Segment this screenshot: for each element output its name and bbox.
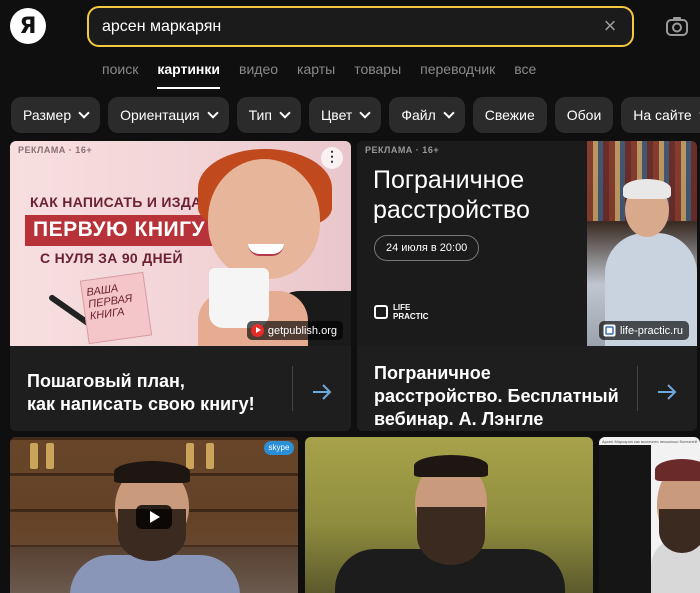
brand-line: LIFE (393, 303, 411, 312)
youtube-icon (250, 324, 264, 337)
filter-bar: Размер Ориентация Тип Цвет Файл Свежие О… (11, 97, 700, 133)
yandex-logo[interactable]: Я (10, 8, 46, 44)
dark-panel (599, 445, 651, 593)
brand-line: PRACTIC (393, 312, 429, 321)
trophy-illustration (30, 443, 38, 469)
chevron-down-icon (279, 107, 291, 119)
ad-title-line: вебинар. А. Лэнгле (374, 409, 544, 429)
arrow-right-icon[interactable] (310, 380, 334, 404)
ad-title-line: Пошаговый план, (27, 371, 185, 391)
ad-title: Пошаговый план, как написать свою книгу! (27, 370, 255, 416)
divider (637, 366, 638, 411)
person-hair (114, 461, 190, 483)
trophy-illustration (186, 443, 194, 469)
ad-source-badge[interactable]: life-practic.ru (599, 321, 689, 340)
ad-source-text: life-practic.ru (620, 324, 683, 337)
filter-wallpapers[interactable]: Обои (554, 97, 614, 133)
brand-icon (374, 305, 388, 319)
ad-headline-line: Пограничное (373, 166, 525, 194)
ad-label: РЕКЛАМА · 16+ (18, 145, 93, 155)
brand-text: LIFE PRACTIC (393, 303, 429, 321)
filter-file[interactable]: Файл (389, 97, 465, 133)
camera-search-icon[interactable] (664, 14, 690, 40)
person-hair (414, 455, 488, 477)
book-illustration: ВАША ПЕРВАЯ КНИГА (79, 271, 153, 345)
ad-card-life-practic[interactable]: РЕКЛАМА · 16+ Пограничное расстройство 2… (357, 141, 697, 431)
filter-label: Тип (248, 107, 272, 123)
speaker-hair (623, 179, 671, 199)
ad-date-pill: 24 июля в 20:00 (374, 235, 480, 261)
ad-title: Пограничное расстройство. Бесплатный веб… (374, 362, 619, 431)
search-box[interactable]: × (87, 6, 634, 47)
life-practic-icon (603, 324, 616, 337)
tab-translator[interactable]: переводчик (420, 61, 495, 89)
ad-title-line: расстройство. Бесплатный (374, 386, 619, 406)
arrow-right-icon[interactable] (655, 380, 679, 404)
ad-title-line: Пограничное (374, 363, 491, 383)
tab-products[interactable]: товары (354, 61, 401, 89)
ad-headline: Пограничное расстройство (373, 165, 530, 225)
logo-letter: Я (19, 13, 37, 39)
filter-label: Свежие (484, 107, 535, 123)
ad-source-text: getpublish.org (267, 324, 337, 337)
trophy-illustration (46, 443, 54, 469)
person-beard (659, 509, 700, 553)
clear-icon[interactable]: × (600, 15, 620, 37)
filter-label: Ориентация (120, 107, 200, 123)
tab-maps[interactable]: карты (297, 61, 335, 89)
filter-type[interactable]: Тип (236, 97, 301, 133)
ad-image: РЕКЛАМА · 16+ Пограничное расстройство 2… (357, 141, 697, 346)
life-practic-logo: LIFE PRACTIC (374, 303, 429, 321)
ad-text-line: КАК НАПИСАТЬ И ИЗДАТЬ (30, 194, 221, 210)
tab-all[interactable]: все (514, 61, 536, 89)
filter-label: Файл (401, 107, 436, 123)
more-options-icon[interactable]: ⋮ (321, 147, 343, 169)
tab-video[interactable]: видео (239, 61, 278, 89)
ad-title-line: как написать свою книгу! (27, 394, 255, 414)
filter-fresh[interactable]: Свежие (472, 97, 547, 133)
cup-illustration (209, 268, 269, 328)
chevron-down-icon (78, 107, 90, 119)
ad-image: РЕКЛАМА · 16+ КАК НАПИСАТЬ И ИЗДАТЬ ПЕРВ… (10, 141, 351, 346)
filter-orientation[interactable]: Ориентация (108, 97, 229, 133)
search-tabs: поиск картинки видео карты товары перево… (102, 61, 555, 89)
filter-color[interactable]: Цвет (308, 97, 382, 133)
person-cap (655, 459, 700, 481)
filter-label: Цвет (320, 107, 353, 123)
chevron-down-icon (206, 107, 219, 119)
filter-label: Обои (566, 107, 602, 123)
play-video-icon[interactable] (136, 505, 172, 529)
search-input[interactable] (102, 17, 582, 36)
filter-on-site[interactable]: На сайте (621, 97, 700, 133)
filter-label: Размер (23, 107, 72, 123)
person-beard (417, 507, 485, 565)
image-result-2[interactable] (305, 437, 593, 593)
ad-label: РЕКЛАМА · 16+ (365, 145, 440, 155)
skype-badge: skype (264, 441, 294, 455)
video-caption: Арсен Маркарян как вылечить несколько бо… (602, 439, 698, 444)
woman-face (208, 159, 320, 279)
filter-size[interactable]: Размер (11, 97, 101, 133)
ad-headline-line: расстройство (373, 196, 530, 224)
tab-images[interactable]: картинки (157, 61, 220, 89)
trophy-illustration (206, 443, 214, 469)
ad-text-line: С НУЛЯ ЗА 90 ДНЕЙ (40, 250, 183, 266)
chevron-down-icon (359, 107, 371, 119)
filter-label: На сайте (633, 107, 692, 123)
divider (292, 366, 293, 411)
image-result-3[interactable]: Арсен Маркарян как вылечить несколько бо… (599, 437, 700, 593)
tab-search[interactable]: поиск (102, 61, 138, 89)
ad-caption-area[interactable]: Пограничное расстройство. Бесплатный веб… (357, 346, 697, 431)
chevron-down-icon (443, 107, 455, 119)
ad-card-getpublish[interactable]: РЕКЛАМА · 16+ КАК НАПИСАТЬ И ИЗДАТЬ ПЕРВ… (10, 141, 351, 431)
ad-highlight-text: ПЕРВУЮ КНИГУ (25, 215, 214, 246)
ad-source-badge[interactable]: getpublish.org (246, 321, 343, 340)
ad-caption-area[interactable]: Пошаговый план, как написать свою книгу! (10, 346, 351, 431)
image-result-1[interactable]: skype (10, 437, 298, 593)
